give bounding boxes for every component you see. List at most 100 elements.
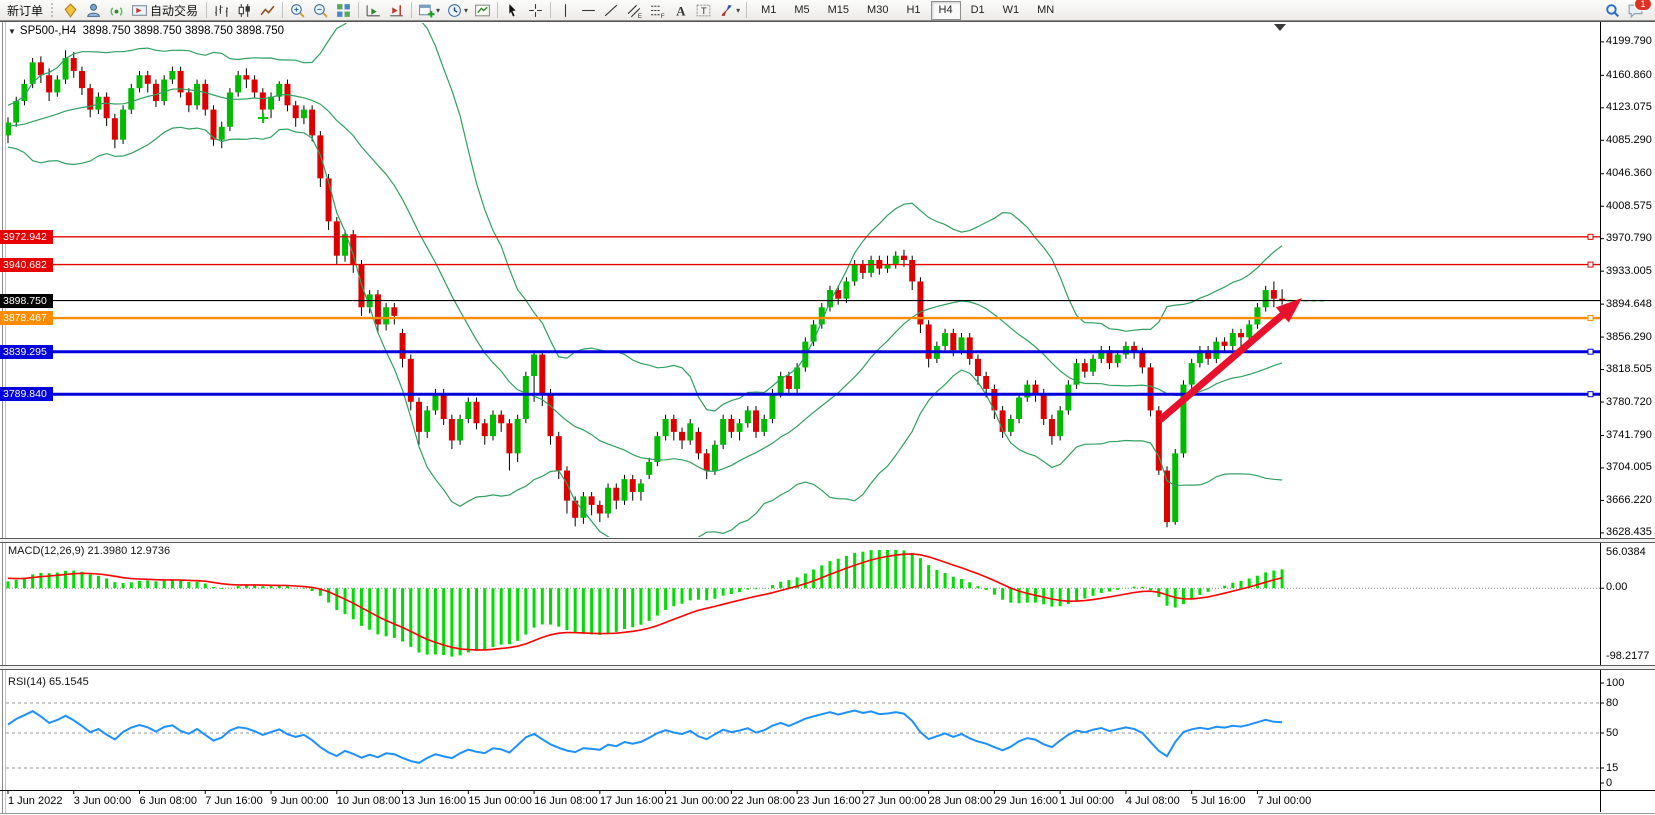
profile-icon: [85, 2, 102, 19]
candle-up: [531, 355, 537, 376]
candle-down: [498, 415, 504, 424]
candle-down: [145, 75, 151, 84]
templates-button[interactable]: [472, 1, 493, 20]
horizontal-line-button[interactable]: [578, 1, 599, 20]
fibonacci-button[interactable]: F: [647, 1, 668, 20]
candle-down: [71, 58, 77, 71]
candle-up: [1230, 333, 1236, 346]
candle-up: [638, 483, 644, 492]
chart-canvas[interactable]: [0, 0, 1655, 815]
candle-down: [589, 496, 595, 505]
candle-up: [720, 419, 726, 445]
timeframe-button-m30[interactable]: M30: [859, 1, 896, 20]
text-button[interactable]: A: [670, 1, 691, 20]
candle-down: [1238, 333, 1244, 337]
candle-down: [1049, 419, 1055, 436]
line-chart-button[interactable]: [257, 1, 278, 20]
trendline-button[interactable]: [601, 1, 622, 20]
vertical-line-button[interactable]: [555, 1, 576, 20]
line-chart-icon: [259, 2, 276, 19]
candle-up: [457, 419, 463, 440]
fibonacci-icon: F: [649, 2, 666, 19]
toolbar-separator: [746, 2, 747, 18]
candle-up: [13, 101, 19, 122]
crosshair-button[interactable]: [525, 1, 546, 20]
candle-down: [46, 75, 52, 92]
candle-up: [169, 71, 175, 80]
pane-resizer-macd[interactable]: [0, 538, 1655, 543]
candle-up: [1263, 290, 1269, 307]
pane-resizer-rsi[interactable]: [0, 665, 1655, 670]
candle-down: [104, 97, 110, 118]
candle-up: [432, 393, 438, 410]
timeframe-button-m15[interactable]: M15: [820, 1, 857, 20]
candle-down: [983, 376, 989, 389]
candle-up: [268, 97, 274, 110]
candle-down: [1148, 367, 1154, 410]
candlestick-chart-button[interactable]: [234, 1, 255, 20]
timeframe-button-m5[interactable]: M5: [786, 1, 817, 20]
toolbar-drag-handle[interactable]: [51, 3, 56, 17]
candle-down: [293, 105, 299, 118]
candle-up: [137, 75, 143, 88]
candle-down: [416, 402, 422, 432]
candle-up: [515, 419, 521, 453]
chart-shift-button[interactable]: [386, 1, 407, 20]
zoom-in-button[interactable]: [287, 1, 308, 20]
autotrading-button[interactable]: 自动交易: [129, 1, 202, 20]
candle-up: [120, 110, 126, 140]
timeframe-button-h4[interactable]: H4: [931, 1, 961, 20]
candle-up: [893, 256, 899, 265]
zoom-out-button[interactable]: [310, 1, 331, 20]
candle-down: [564, 471, 570, 501]
candle-up: [663, 419, 669, 436]
chevron-down-icon: ▾: [436, 6, 440, 15]
zoom-in-icon: [289, 2, 306, 19]
chat-button[interactable]: 1: [1625, 1, 1646, 20]
tile-windows-button[interactable]: [333, 1, 354, 20]
candle-down: [613, 488, 619, 501]
candle-up: [523, 376, 529, 419]
candle-up: [802, 342, 808, 368]
candle-down: [79, 71, 85, 88]
trendline-icon: [603, 2, 620, 19]
chevron-down-icon: ▾: [464, 6, 468, 15]
candle-up: [128, 88, 134, 109]
timeframe-button-w1[interactable]: W1: [995, 1, 1028, 20]
search-button[interactable]: [1602, 1, 1623, 20]
arrows-button[interactable]: ▾: [716, 1, 742, 20]
accounts-button[interactable]: [83, 1, 104, 20]
svg-text:F: F: [661, 12, 665, 18]
new-chart-button[interactable]: ▾: [416, 1, 442, 20]
candle-up: [227, 92, 233, 126]
bar-chart-button[interactable]: [211, 1, 232, 20]
periods-button[interactable]: ▾: [444, 1, 470, 20]
timeframe-button-h1[interactable]: H1: [898, 1, 928, 20]
candle-up: [219, 127, 225, 140]
candle-down: [186, 92, 192, 105]
zoom-out-icon: [312, 2, 329, 19]
new-order-button[interactable]: 新订单: [3, 1, 47, 20]
timeframe-button-m1[interactable]: M1: [753, 1, 784, 20]
candle-down: [1222, 342, 1228, 346]
timeframe-button-d1[interactable]: D1: [963, 1, 993, 20]
candle-up: [843, 281, 849, 298]
candle-up: [1189, 363, 1195, 384]
candle-down: [630, 479, 636, 492]
candle-down: [112, 118, 118, 139]
signals-button[interactable]: [106, 1, 127, 20]
text-label-button[interactable]: T: [693, 1, 714, 20]
candle-down: [400, 333, 406, 359]
equidistant-channel-button[interactable]: E: [624, 1, 645, 20]
candle-up: [769, 393, 775, 419]
new-chart-icon: [418, 2, 435, 19]
auto-scroll-icon: [365, 2, 382, 19]
timeframe-button-mn[interactable]: MN: [1029, 1, 1062, 20]
toolbar-separator: [411, 2, 412, 18]
cursor-button[interactable]: [502, 1, 523, 20]
candle-up: [622, 479, 628, 500]
auto-scroll-button[interactable]: [363, 1, 384, 20]
candle-up: [1090, 359, 1096, 372]
chevron-down-icon: ▾: [736, 6, 740, 15]
funds-button[interactable]: [60, 1, 81, 20]
